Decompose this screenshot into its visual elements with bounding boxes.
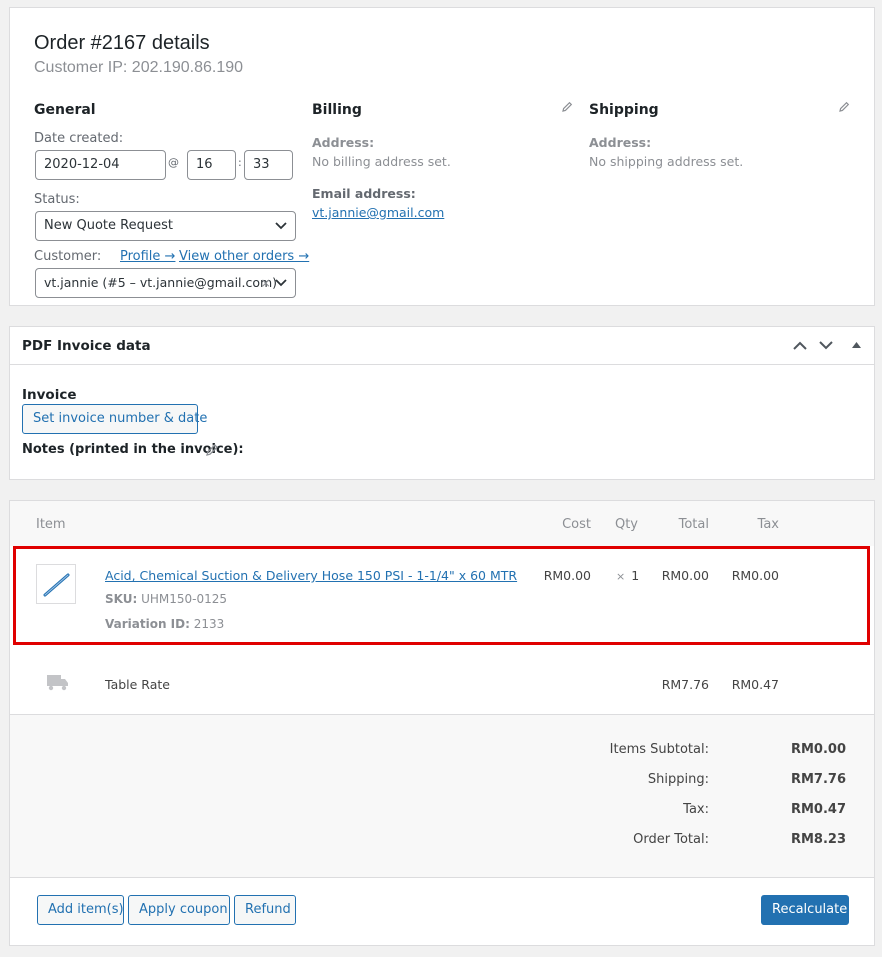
order-total-value: RM8.23 <box>790 832 846 847</box>
customer-select[interactable]: vt.jannie (#5 – vt.jannie@gmail.com) × <box>35 268 296 298</box>
pencil-icon[interactable] <box>561 101 573 113</box>
date-input[interactable]: 2020-12-04 <box>35 150 166 180</box>
tax-total-label: Tax: <box>683 802 709 817</box>
shipping-address-label: Address: <box>589 135 652 150</box>
billing-email-link[interactable]: vt.jannie@gmail.com <box>312 205 444 220</box>
chevron-up-icon[interactable] <box>793 341 807 350</box>
truck-icon <box>47 675 68 691</box>
col-total: Total <box>678 517 709 532</box>
items-header-row: Item Cost Qty Total Tax <box>10 501 874 546</box>
chevron-select-icon <box>275 279 287 287</box>
page-title: Order #2167 details <box>34 32 210 54</box>
col-tax: Tax <box>757 517 779 532</box>
shipping-method-name: Table Rate <box>105 677 170 692</box>
refund-button[interactable]: Refund <box>234 895 296 925</box>
status-label: Status: <box>34 192 80 207</box>
general-heading: General <box>34 102 96 118</box>
pdf-invoice-panel: PDF Invoice data Invoice Set invoice num… <box>9 326 875 480</box>
add-items-button[interactable]: Add item(s) <box>37 895 124 925</box>
order-items-panel: Item Cost Qty Total Tax Acid, Chemical S… <box>9 500 875 946</box>
view-other-orders-link[interactable]: View other orders → <box>179 249 309 264</box>
billing-email-label: Email address: <box>312 186 416 201</box>
order-total-label: Order Total: <box>633 832 709 847</box>
col-item: Item <box>36 517 66 532</box>
shipping-address-value: No shipping address set. <box>589 154 744 169</box>
tax-total-value: RM0.47 <box>790 802 846 817</box>
items-subtotal-label: Items Subtotal: <box>609 742 709 757</box>
shipping-heading: Shipping <box>589 102 659 118</box>
chevron-select-icon <box>275 222 287 230</box>
pencil-icon[interactable] <box>838 101 850 113</box>
hour-input[interactable]: 16 <box>187 150 236 180</box>
profile-link[interactable]: Profile → <box>120 249 175 264</box>
shipping-line-row: Table Rate RM7.76 RM0.47 <box>10 650 874 715</box>
items-subtotal-value: RM0.00 <box>790 742 846 757</box>
totals-section: Items Subtotal: RM0.00 Shipping: RM7.76 … <box>10 715 874 878</box>
col-cost: Cost <box>562 517 591 532</box>
shipping-line-total: RM7.76 <box>661 677 709 692</box>
customer-value: vt.jannie (#5 – vt.jannie@gmail.com) <box>44 275 278 290</box>
at-separator: @ <box>168 156 179 169</box>
invoice-label: Invoice <box>22 387 77 403</box>
highlight-box <box>13 546 870 645</box>
status-select[interactable]: New Quote Request <box>35 211 296 241</box>
col-qty: Qty <box>614 517 638 532</box>
triangle-up-icon[interactable] <box>852 341 861 348</box>
apply-coupon-button[interactable]: Apply coupon <box>128 895 230 925</box>
pdf-panel-header: PDF Invoice data <box>10 327 874 365</box>
shipping-total-value: RM7.76 <box>790 772 846 787</box>
chevron-down-icon[interactable] <box>819 341 833 350</box>
order-data-panel: Order #2167 details Customer IP: 202.190… <box>9 7 875 306</box>
billing-address-label: Address: <box>312 135 375 150</box>
clear-customer-icon[interactable]: × <box>261 269 271 297</box>
billing-heading: Billing <box>312 102 362 118</box>
customer-ip: Customer IP: 202.190.86.190 <box>34 59 244 76</box>
set-invoice-number-button[interactable]: Set invoice number & date <box>22 404 207 434</box>
customer-label: Customer: <box>34 249 102 264</box>
minute-input[interactable]: 33 <box>244 150 293 180</box>
shipping-total-label: Shipping: <box>647 772 709 787</box>
time-separator: : <box>238 156 242 169</box>
date-created-label: Date created: <box>34 131 124 146</box>
recalculate-button[interactable]: Recalculate <box>761 895 849 925</box>
pencil-icon[interactable] <box>205 443 219 457</box>
shipping-line-tax: RM0.47 <box>731 677 779 692</box>
billing-address-value: No billing address set. <box>312 154 451 169</box>
status-value: New Quote Request <box>44 218 173 233</box>
pdf-panel-title: PDF Invoice data <box>22 338 151 354</box>
